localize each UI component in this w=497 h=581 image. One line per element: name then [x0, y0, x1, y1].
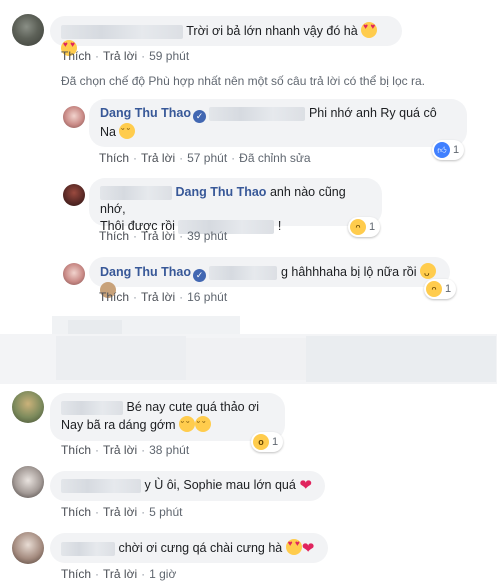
- timestamp[interactable]: 59 phút: [149, 49, 189, 63]
- comment-text: !: [277, 219, 282, 233]
- avatar[interactable]: [12, 532, 44, 564]
- reaction-badge[interactable]: ᴖ 1: [348, 217, 381, 237]
- comment-actions: Thích · Trả lời · 57 phút · Đã chỉnh sửa: [99, 151, 311, 165]
- author-name[interactable]: Dang Thu Thao: [100, 265, 191, 279]
- reaction-count: 1: [369, 221, 376, 233]
- mentioned-name[interactable]: Dang Thu Thao: [175, 185, 266, 199]
- reply-link[interactable]: Trả lời: [103, 567, 137, 581]
- avatar[interactable]: [12, 14, 44, 46]
- timestamp[interactable]: 39 phút: [187, 229, 227, 243]
- heart-eyes-emoji-icon: [361, 22, 378, 38]
- filter-note: Đã chọn chế độ Phù hợp nhất nên một số c…: [61, 74, 425, 88]
- censored-region: [0, 312, 497, 384]
- verified-badge-icon: ✓: [192, 110, 206, 123]
- reaction-count: 1: [272, 436, 279, 448]
- timestamp[interactable]: 38 phút: [149, 443, 189, 457]
- like-link[interactable]: Thích: [61, 443, 91, 457]
- kissing-emoji-icon: [179, 416, 195, 434]
- reply-link[interactable]: Trả lời: [141, 151, 175, 165]
- kissing-emoji-icon: [195, 416, 211, 434]
- comment-text: Na: [100, 125, 116, 139]
- edited-label[interactable]: Đã chỉnh sửa: [239, 151, 310, 165]
- comment-text: y Ù ôi, Sophie mau lớn quá: [144, 478, 296, 492]
- like-link[interactable]: Thích: [99, 151, 129, 165]
- timestamp[interactable]: 5 phút: [149, 505, 182, 519]
- comment-text: Bé nay cute quá thảo ơi: [126, 400, 260, 414]
- heart-icon: ❤: [299, 477, 312, 494]
- comment-actions: Thích · Trả lời · 59 phút: [61, 49, 190, 63]
- comment-bubble: Dang Thu Thao ✓ g hâhhhaha bị lộ nữa rồi: [89, 257, 450, 298]
- comment-actions: Thích · Trả lời · 38 phút: [61, 443, 190, 457]
- blurred-name: [209, 265, 278, 280]
- avatar[interactable]: [63, 184, 85, 206]
- avatar[interactable]: [63, 106, 85, 128]
- reply-link[interactable]: Trả lời: [141, 290, 175, 304]
- comment-actions: Thích · Trả lời · 16 phút: [99, 290, 228, 304]
- comment-text: Nay bã ra dáng gớm: [61, 418, 176, 432]
- like-icon: 👍︎: [434, 142, 450, 158]
- timestamp[interactable]: 1 giờ: [149, 567, 176, 581]
- like-link[interactable]: Thích: [61, 505, 91, 519]
- reply-link[interactable]: Trả lời: [103, 505, 137, 519]
- heart-icon: ❤: [301, 540, 315, 557]
- comment-text: Phi nhớ anh Ry quá cô: [308, 106, 437, 120]
- avatar[interactable]: [12, 391, 44, 423]
- comment-text: g hâhhhaha bị lộ nữa rồi: [280, 265, 417, 279]
- like-link[interactable]: Thích: [61, 49, 91, 63]
- laughing-emoji-icon: [419, 263, 436, 282]
- comment-bubble: Bé nay cute quá thảo ơi Nay bã ra dáng g…: [50, 393, 285, 441]
- like-link[interactable]: Thích: [99, 290, 129, 304]
- blurred-name: [100, 185, 172, 200]
- comment-text: Trời ơi bả lớn nhanh vậy đó hà: [186, 24, 358, 38]
- reaction-badge[interactable]: 👍︎ 1: [432, 140, 465, 160]
- comment-bubble: y Ù ôi, Sophie mau lớn quá ❤: [50, 471, 325, 501]
- blurred-name: [61, 24, 183, 39]
- author-name[interactable]: Dang Thu Thao: [100, 106, 191, 120]
- comment-text: chời ơi cưng qá chài cưng hà: [118, 541, 283, 555]
- reaction-count: 1: [445, 283, 452, 295]
- like-link[interactable]: Thích: [99, 229, 129, 243]
- reaction-count: 1: [453, 144, 460, 156]
- verified-badge-icon: ✓: [192, 269, 206, 282]
- like-link[interactable]: Thích: [61, 567, 91, 581]
- timestamp[interactable]: 57 phút: [187, 151, 227, 165]
- avatar[interactable]: [63, 263, 85, 285]
- reaction-badge[interactable]: ᴖ 1: [424, 279, 457, 299]
- blurred-name: [61, 400, 123, 415]
- avatar[interactable]: [12, 466, 44, 498]
- reply-link[interactable]: Trả lời: [141, 229, 175, 243]
- reply-link[interactable]: Trả lời: [103, 443, 137, 457]
- blurred-name: [61, 541, 115, 556]
- timestamp[interactable]: 16 phút: [187, 290, 227, 304]
- kissing-emoji-icon: [119, 123, 136, 141]
- haha-icon: ᴖ: [426, 281, 442, 297]
- comment-actions: Thích · Trả lời · 39 phút: [99, 229, 228, 243]
- haha-icon: ᴖ: [350, 219, 366, 235]
- reply-link[interactable]: Trả lời: [103, 49, 137, 63]
- blurred-name: [209, 106, 306, 121]
- comment-bubble: Dang Thu Thao anh nào cũng nhớ, Thôi đượ…: [89, 178, 382, 234]
- comment-actions: Thích · Trả lời · 5 phút: [61, 505, 183, 519]
- comment-actions: Thích · Trả lời · 1 giờ: [61, 567, 177, 581]
- comment-bubble: Trời ơi bả lớn nhanh vậy đó hà: [50, 16, 402, 56]
- blurred-name: [61, 478, 141, 493]
- reaction-badge[interactable]: o 1: [251, 432, 284, 452]
- wow-icon: o: [253, 434, 269, 450]
- comment-bubble: Dang Thu Thao ✓ Phi nhớ anh Ry quá cô Na: [89, 99, 467, 147]
- comment-bubble: chời ơi cưng qá chài cưng hà ❤: [50, 533, 328, 563]
- heart-eyes-emoji-icon: [285, 539, 302, 555]
